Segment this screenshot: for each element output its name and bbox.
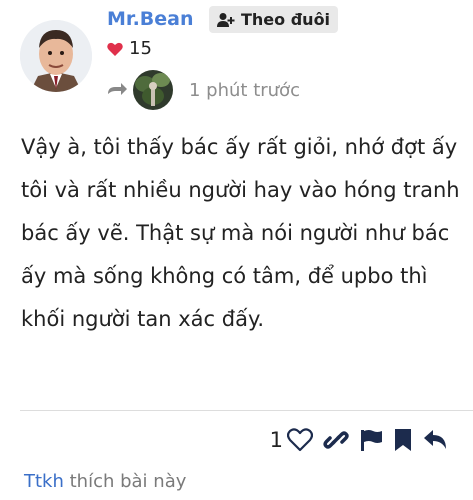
reply-meta: 1 phút trước — [107, 70, 300, 110]
reply-icon[interactable] — [423, 428, 449, 452]
liker-name[interactable]: Ttkh — [24, 471, 64, 492]
link-icon[interactable] — [323, 428, 349, 452]
post-actions: 1 — [270, 428, 449, 452]
flag-icon[interactable] — [359, 428, 383, 452]
replied-user-avatar[interactable] — [133, 70, 173, 110]
follow-button[interactable]: Theo đuôi — [209, 6, 339, 33]
post-time[interactable]: 1 phút trước — [189, 80, 300, 101]
heart-outline-icon[interactable] — [287, 428, 313, 452]
author-avatar[interactable] — [20, 20, 92, 92]
reply-arrow-icon — [107, 82, 127, 98]
likes-footer: Ttkh thích bài này — [24, 471, 186, 492]
divider — [20, 410, 473, 411]
add-user-icon — [217, 12, 235, 28]
author-likes: 15 — [107, 38, 152, 59]
post-content: Vậy à, tôi thấy bác ấy rất giỏi, nhớ đợt… — [21, 135, 460, 331]
heart-icon — [107, 42, 123, 56]
likes-footer-text: thích bài này — [63, 471, 187, 492]
author-like-count: 15 — [129, 38, 152, 59]
like-count[interactable]: 1 — [270, 428, 283, 452]
follow-label: Theo đuôi — [241, 10, 331, 29]
bookmark-icon[interactable] — [393, 428, 413, 452]
author-name[interactable]: Mr.Bean — [107, 8, 194, 30]
